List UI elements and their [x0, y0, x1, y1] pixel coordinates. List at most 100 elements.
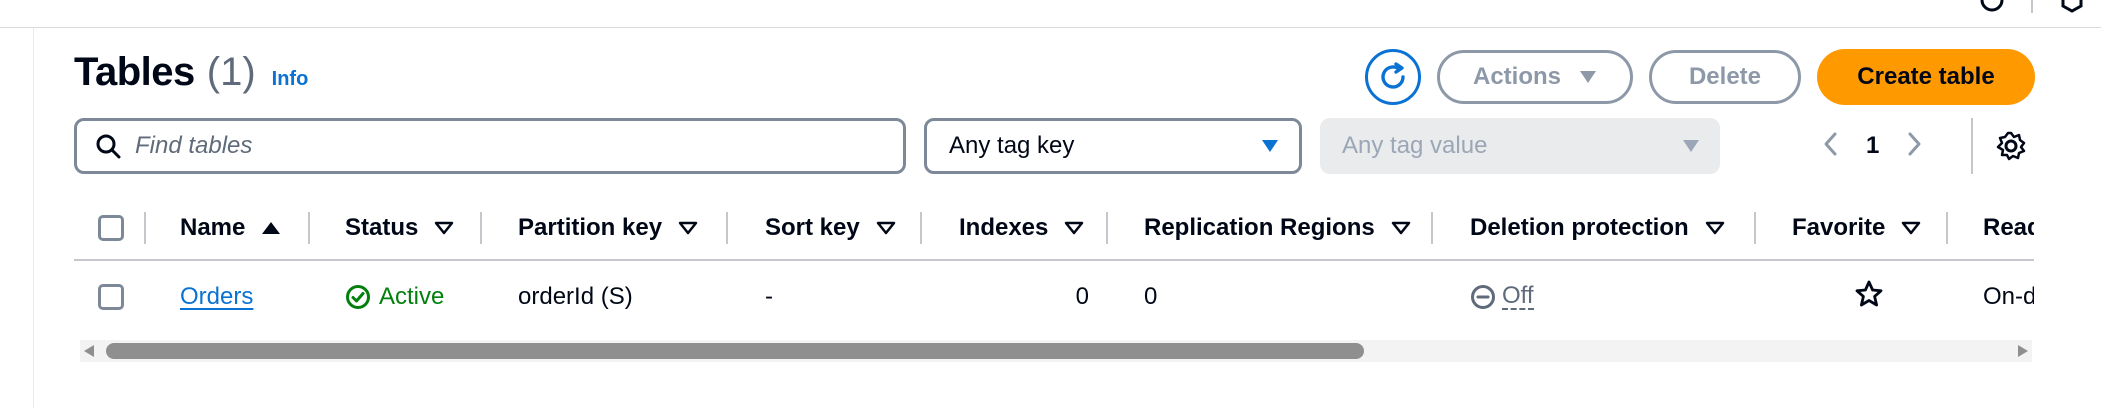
- column-label: Indexes: [959, 213, 1049, 241]
- select-all-checkbox[interactable]: [98, 214, 124, 241]
- row-checkbox[interactable]: [98, 284, 124, 310]
- table-header: Name Status Partition key Sort key Index…: [74, 196, 2034, 261]
- column-header-sort-key[interactable]: Sort key: [765, 196, 896, 259]
- delete-label: Delete: [1688, 63, 1762, 90]
- search-field[interactable]: [74, 118, 906, 174]
- search-icon: [96, 134, 121, 159]
- column-header-partition-key[interactable]: Partition key: [518, 196, 698, 259]
- column-divider: [1754, 212, 1756, 244]
- sort-icon: [678, 221, 698, 235]
- row-select-cell: [98, 261, 124, 333]
- horizontal-scrollbar[interactable]: [80, 340, 2032, 362]
- column-header-replication-regions[interactable]: Replication Regions: [1144, 196, 1411, 259]
- tag-key-value: Any tag key: [949, 132, 1075, 159]
- header-actions: Actions Delete Create table: [1365, 49, 2035, 105]
- sort-icon: [876, 221, 896, 235]
- cell-read-capacity-mode: On-demand: [1983, 283, 2034, 310]
- minus-circle-icon: [1471, 285, 1495, 309]
- cell-name: Orders: [180, 261, 253, 333]
- top-nav-divider: [2031, 0, 2033, 13]
- tag-value-select: Any tag value: [1320, 118, 1720, 174]
- column-divider: [1106, 212, 1108, 244]
- page-title: Tables: [74, 50, 195, 94]
- page-number-button[interactable]: 1: [1866, 132, 1879, 160]
- tag-value-placeholder: Any tag value: [1342, 132, 1488, 159]
- cell-deletion-protection: Off: [1470, 261, 1534, 333]
- chevron-left-icon: [1824, 132, 1837, 155]
- next-page-button[interactable]: [1907, 131, 1923, 162]
- status-text: Active: [379, 283, 445, 310]
- table-count: (1): [206, 50, 256, 94]
- column-label: Partition key: [518, 213, 663, 241]
- actions-dropdown-button[interactable]: Actions: [1437, 50, 1633, 104]
- column-header-name[interactable]: Name: [180, 196, 281, 259]
- scroll-right-icon[interactable]: [2018, 345, 2028, 357]
- cell-favorite: [1792, 261, 1946, 333]
- search-input[interactable]: [135, 132, 835, 160]
- deletion-protection-text[interactable]: Off: [1502, 284, 1534, 310]
- column-label: Sort key: [765, 213, 860, 241]
- column-header-indexes[interactable]: Indexes: [959, 196, 1084, 259]
- create-table-button[interactable]: Create table: [1817, 49, 2035, 105]
- sort-icon: [1391, 221, 1411, 235]
- caret-down-icon: [1580, 71, 1596, 83]
- cell-sort-key: -: [765, 283, 773, 310]
- column-divider: [480, 212, 482, 244]
- pagination: 1: [1822, 118, 1923, 174]
- sort-icon: [1705, 221, 1725, 235]
- scroll-left-icon[interactable]: [84, 345, 94, 357]
- previous-page-button[interactable]: [1822, 131, 1838, 162]
- column-divider: [920, 212, 922, 244]
- column-divider: [1946, 212, 1948, 244]
- column-label: Read capacity mode: [1983, 213, 2034, 241]
- pagination-divider: [1971, 118, 1973, 174]
- caret-down-icon: [1262, 140, 1278, 152]
- column-divider: [726, 212, 728, 244]
- info-link[interactable]: Info: [272, 68, 309, 91]
- column-header-deletion-protection[interactable]: Deletion protection: [1470, 196, 1725, 259]
- column-divider: [308, 212, 310, 244]
- tables-table: Name Status Partition key Sort key Index…: [74, 196, 2034, 346]
- favorite-star-icon[interactable]: [1854, 279, 1884, 316]
- preferences-button[interactable]: [1994, 129, 2028, 163]
- select-all-cell: [98, 196, 124, 259]
- column-label: Favorite: [1792, 213, 1886, 241]
- deletion-protection-status: Off: [1470, 284, 1534, 310]
- tag-key-select[interactable]: Any tag key: [924, 118, 1302, 174]
- scrollbar-thumb[interactable]: [106, 343, 1364, 359]
- check-circle-icon: [346, 285, 370, 309]
- cell-replication-regions: 0: [1144, 283, 1158, 310]
- column-divider: [144, 212, 146, 244]
- column-label: Deletion protection: [1470, 213, 1689, 241]
- sort-icon: [434, 221, 454, 235]
- column-header-favorite[interactable]: Favorite: [1792, 196, 1921, 259]
- cell-status: Active: [345, 261, 444, 333]
- help-icon[interactable]: [1979, 0, 2005, 13]
- caret-down-icon: [1683, 140, 1699, 152]
- actions-label: Actions: [1472, 63, 1561, 90]
- table-row: Orders Active orderId (S) - 0 0 Off On-d: [74, 261, 2034, 333]
- settings-icon[interactable]: [2059, 0, 2085, 13]
- column-divider: [1431, 212, 1433, 244]
- sort-icon: [1901, 221, 1921, 235]
- sort-icon: [1064, 221, 1084, 235]
- refresh-icon: [1381, 62, 1405, 89]
- sort-ascending-icon: [261, 221, 281, 235]
- cell-partition-key: orderId (S): [518, 283, 633, 310]
- chevron-right-icon: [1908, 132, 1921, 155]
- top-navigation-bar: [0, 0, 2101, 28]
- table-name-link[interactable]: Orders: [180, 283, 253, 311]
- column-label: Name: [180, 213, 246, 241]
- column-label: Replication Regions: [1144, 213, 1375, 241]
- delete-button[interactable]: Delete: [1649, 50, 1801, 104]
- content-left-border: [33, 28, 34, 408]
- column-header-read-capacity-mode[interactable]: Read capacity mode: [1983, 196, 2034, 259]
- top-nav-icons: [1979, 0, 2101, 14]
- column-label: Status: [345, 213, 419, 241]
- refresh-button[interactable]: [1365, 49, 1421, 105]
- status-indicator: Active: [345, 283, 444, 311]
- gear-icon: [1996, 131, 2026, 161]
- column-header-status[interactable]: Status: [345, 196, 454, 259]
- page-header: Tables (1) Info: [74, 50, 308, 95]
- cell-indexes: 0: [1075, 283, 1089, 310]
